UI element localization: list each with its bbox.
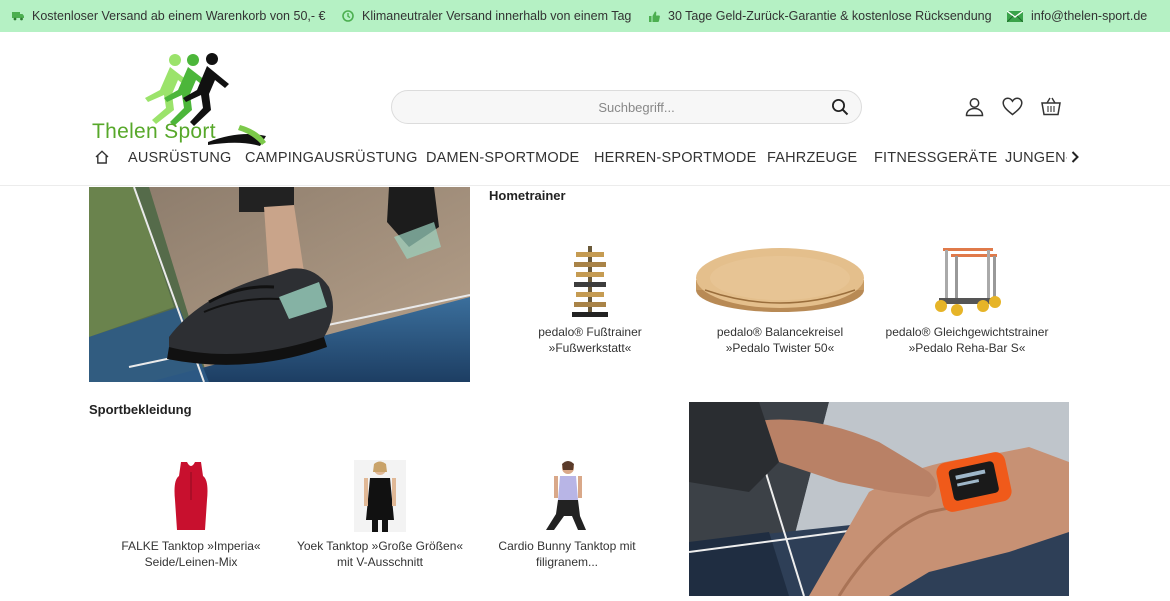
product-name-line2[interactable]: »Pedalo Reha-Bar S«: [877, 340, 1057, 356]
running-shoe-image: [89, 187, 470, 382]
search-bar[interactable]: [391, 90, 862, 124]
product-card[interactable]: pedalo® Gleichgewichtstrainer »Pedalo Re…: [877, 244, 1057, 356]
climate-text: Klimaneutraler Versand innerhalb von ein…: [362, 9, 632, 23]
product-card[interactable]: Cardio Bunny Tanktop mit filigranem...: [482, 460, 652, 570]
user-icon[interactable]: [965, 97, 984, 117]
nav-item-campingausruestung[interactable]: CAMPINGAUSRÜSTUNG: [245, 150, 418, 166]
climate-info: Klimaneutraler Versand innerhalb von ein…: [342, 0, 631, 32]
mail-icon: [1007, 10, 1023, 22]
email-link[interactable]: info@thelen-sport.de: [1031, 9, 1147, 23]
lilac-tanktop-model-image: [546, 461, 586, 530]
product-name-line1[interactable]: pedalo® Gleichgewichtstrainer: [877, 324, 1057, 340]
shipping-info: Kostenloser Versand ab einem Warenkorb v…: [12, 0, 325, 32]
chevron-right-icon[interactable]: [1070, 150, 1080, 164]
guarantee-info: 30 Tage Geld-Zurück-Garantie & kostenlos…: [649, 0, 992, 32]
product-name-line2[interactable]: »Fußwerkstatt«: [510, 340, 670, 356]
nav-item-jungen-sportmode[interactable]: JUNGEN-SPORTMODE: [1005, 150, 1067, 166]
product-name-line2[interactable]: Seide/Leinen-Mix: [106, 554, 276, 570]
product-card[interactable]: pedalo® Balancekreisel »Pedalo Twister 5…: [690, 244, 870, 356]
nav-item-herren-sportmode[interactable]: HERREN-SPORTMODE: [594, 150, 756, 166]
running-shoe-banner[interactable]: [89, 187, 470, 382]
red-tanktop-image: [174, 462, 208, 530]
product-card[interactable]: FALKE Tanktop »Imperia« Seide/Leinen-Mix: [106, 460, 276, 570]
product-name-line1[interactable]: pedalo® Fußtrainer: [510, 324, 670, 340]
product-name-line2[interactable]: »Pedalo Twister 50«: [690, 340, 870, 356]
heart-icon[interactable]: [1002, 97, 1023, 116]
product-name-line1[interactable]: pedalo® Balancekreisel: [690, 324, 870, 340]
thumbs-up-icon: [649, 11, 660, 22]
balance-board-image: [696, 248, 864, 312]
home-icon[interactable]: [95, 150, 109, 164]
reha-bar-image: [935, 248, 1001, 316]
sportbekleidung-title: Sportbekleidung: [89, 402, 192, 417]
search-icon[interactable]: [831, 98, 849, 116]
truck-icon: [12, 12, 24, 21]
email-info[interactable]: info@thelen-sport.de: [1007, 0, 1147, 32]
logo-text: Thelen Sport: [92, 120, 216, 143]
product-name-line1[interactable]: Cardio Bunny Tanktop mit: [482, 538, 652, 554]
fitness-watch-image: [689, 402, 1069, 596]
product-card[interactable]: Yoek Tanktop »Große Größen« mit V-Aussch…: [290, 460, 470, 570]
nav-item-ausruestung[interactable]: AUSRÜSTUNG: [128, 150, 232, 166]
foot-trainer-image: [572, 246, 608, 317]
info-bar: Kostenloser Versand ab einem Warenkorb v…: [0, 0, 1170, 32]
nav-overflow-clip: JUNGEN-SPORTMODE: [1005, 146, 1067, 170]
product-name-line1[interactable]: Yoek Tanktop »Große Größen«: [290, 538, 470, 554]
search-input[interactable]: [392, 99, 861, 115]
product-name-line1[interactable]: FALKE Tanktop »Imperia«: [106, 538, 276, 554]
site-logo[interactable]: Thelen Sport: [90, 50, 270, 150]
product-name-line2[interactable]: filigranem...: [482, 554, 652, 570]
nav-item-fahrzeuge[interactable]: FAHRZEUGE: [767, 150, 857, 166]
fitness-watch-banner[interactable]: [689, 402, 1069, 596]
product-card[interactable]: pedalo® Fußtrainer »Fußwerkstatt«: [510, 244, 670, 356]
shipping-text: Kostenloser Versand ab einem Warenkorb v…: [32, 9, 326, 23]
guarantee-text: 30 Tage Geld-Zurück-Garantie & kostenlos…: [668, 9, 992, 23]
hometrainer-title: Hometrainer: [489, 188, 566, 203]
black-tanktop-model-image: [354, 460, 406, 532]
nav-item-fitnessgeraete[interactable]: FITNESSGERÄTE: [874, 150, 997, 166]
clock-icon: [342, 10, 354, 22]
product-name-line2[interactable]: mit V-Ausschnitt: [290, 554, 470, 570]
nav-item-damen-sportmode[interactable]: DAMEN-SPORTMODE: [426, 150, 579, 166]
main-navigation: AUSRÜSTUNG CAMPINGAUSRÜSTUNG DAMEN-SPORT…: [0, 146, 1170, 186]
cart-icon[interactable]: [1041, 97, 1061, 116]
